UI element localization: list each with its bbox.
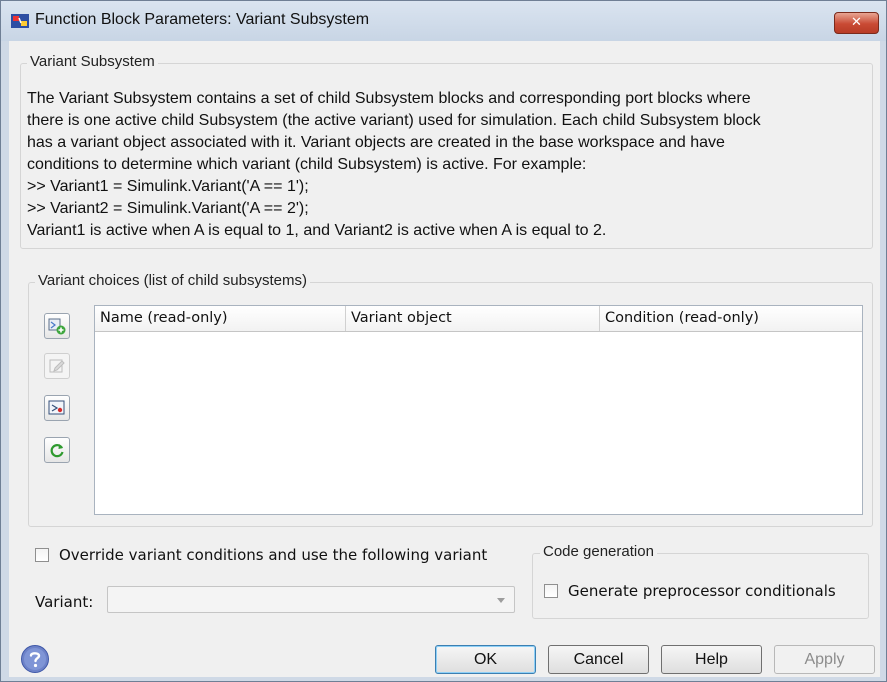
code-generation-legend: Code generation bbox=[540, 543, 657, 560]
open-block-button[interactable] bbox=[44, 395, 70, 421]
apply-button[interactable]: Apply bbox=[774, 645, 875, 674]
description-line: The Variant Subsystem contains a set of … bbox=[27, 90, 751, 107]
block-description: The Variant Subsystem contains a set of … bbox=[27, 88, 857, 242]
refresh-icon bbox=[50, 444, 64, 458]
variant-choices-legend: Variant choices (list of child subsystem… bbox=[35, 272, 310, 289]
close-button[interactable]: ✕ bbox=[834, 12, 879, 34]
cancel-button[interactable]: Cancel bbox=[548, 645, 649, 674]
variant-choices-table[interactable]: Name (read-only) Variant object Conditio… bbox=[94, 305, 863, 515]
open-block-icon bbox=[48, 400, 65, 415]
help-button[interactable]: Help bbox=[661, 645, 762, 674]
description-line: there is one active child Subsystem (the… bbox=[27, 112, 761, 129]
help-icon[interactable] bbox=[20, 644, 50, 674]
description-line: >> Variant1 = Simulink.Variant('A == 1')… bbox=[27, 178, 309, 195]
add-choice-button[interactable] bbox=[44, 313, 70, 339]
ok-button[interactable]: OK bbox=[435, 645, 536, 674]
edit-choice-button[interactable] bbox=[44, 353, 70, 379]
dialog-window: Function Block Parameters: Variant Subsy… bbox=[0, 0, 887, 682]
edit-choice-icon bbox=[49, 359, 65, 373]
override-checkbox[interactable] bbox=[35, 548, 49, 562]
override-checkbox-label: Override variant conditions and use the … bbox=[59, 546, 488, 564]
variant-label: Variant: bbox=[35, 593, 94, 611]
generate-preprocessor-checkbox[interactable] bbox=[544, 584, 558, 598]
variant-select[interactable] bbox=[107, 586, 515, 613]
column-header-name[interactable]: Name (read-only) bbox=[95, 306, 346, 331]
description-line: >> Variant2 = Simulink.Variant('A == 2')… bbox=[27, 200, 309, 217]
description-line: conditions to determine which variant (c… bbox=[27, 156, 587, 173]
description-group-legend: Variant Subsystem bbox=[27, 53, 158, 70]
column-header-variant-object[interactable]: Variant object bbox=[346, 306, 600, 331]
generate-preprocessor-label: Generate preprocessor conditionals bbox=[568, 582, 836, 600]
simulink-block-icon bbox=[11, 14, 29, 28]
column-header-condition[interactable]: Condition (read-only) bbox=[600, 306, 862, 331]
refresh-button[interactable] bbox=[44, 437, 70, 463]
title-bar[interactable]: Function Block Parameters: Variant Subsy… bbox=[1, 1, 886, 41]
chevron-down-icon bbox=[497, 598, 505, 603]
description-line: Variant1 is active when A is equal to 1,… bbox=[27, 222, 607, 239]
window-title: Function Block Parameters: Variant Subsy… bbox=[35, 11, 370, 28]
add-choice-icon bbox=[48, 318, 66, 335]
description-line: has a variant object associated with it.… bbox=[27, 134, 725, 151]
table-header: Name (read-only) Variant object Conditio… bbox=[95, 306, 862, 332]
close-icon: ✕ bbox=[851, 15, 862, 30]
